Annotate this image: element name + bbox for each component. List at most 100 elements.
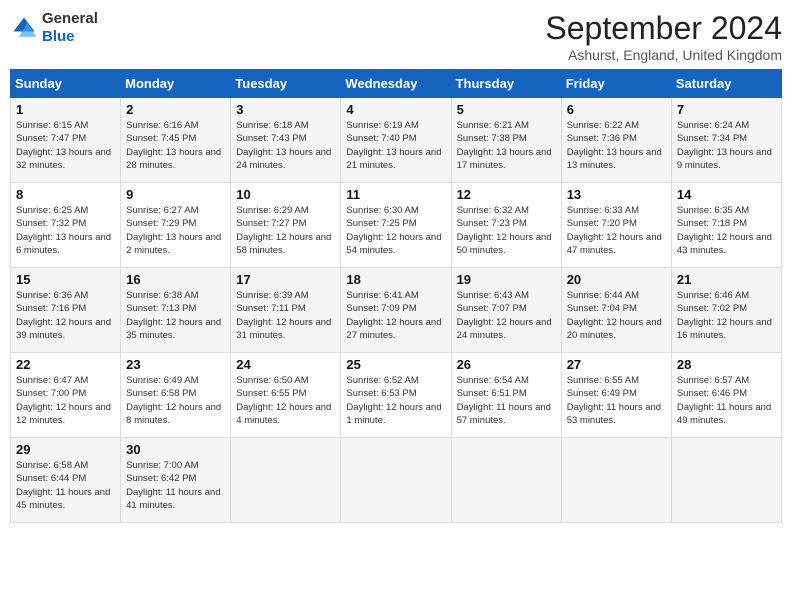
cell-details: Sunrise: 6:41 AMSunset: 7:09 PMDaylight:… (346, 290, 441, 341)
cell-details: Sunrise: 6:43 AMSunset: 7:07 PMDaylight:… (457, 290, 552, 341)
day-number: 15 (16, 272, 115, 287)
cell-details: Sunrise: 7:00 AMSunset: 6:42 PMDaylight:… (126, 460, 220, 511)
day-number: 27 (567, 357, 666, 372)
calendar-cell: 15 Sunrise: 6:36 AMSunset: 7:16 PMDaylig… (11, 268, 121, 353)
location: Ashurst, England, United Kingdom (545, 47, 782, 63)
day-number: 4 (346, 102, 445, 117)
calendar-cell (671, 438, 781, 523)
calendar-cell (341, 438, 451, 523)
calendar-cell (451, 438, 561, 523)
calendar-cell: 28 Sunrise: 6:57 AMSunset: 6:46 PMDaylig… (671, 353, 781, 438)
cell-details: Sunrise: 6:30 AMSunset: 7:25 PMDaylight:… (346, 205, 441, 256)
day-number: 1 (16, 102, 115, 117)
calendar-cell (231, 438, 341, 523)
cell-details: Sunrise: 6:24 AMSunset: 7:34 PMDaylight:… (677, 120, 772, 171)
day-number: 17 (236, 272, 335, 287)
cell-details: Sunrise: 6:18 AMSunset: 7:43 PMDaylight:… (236, 120, 331, 171)
day-number: 12 (457, 187, 556, 202)
month-title: September 2024 (545, 10, 782, 47)
day-number: 19 (457, 272, 556, 287)
cell-details: Sunrise: 6:16 AMSunset: 7:45 PMDaylight:… (126, 120, 221, 171)
cell-details: Sunrise: 6:19 AMSunset: 7:40 PMDaylight:… (346, 120, 441, 171)
cell-details: Sunrise: 6:47 AMSunset: 7:00 PMDaylight:… (16, 375, 111, 426)
cell-details: Sunrise: 6:21 AMSunset: 7:38 PMDaylight:… (457, 120, 552, 171)
col-friday: Friday (561, 70, 671, 98)
cell-details: Sunrise: 6:22 AMSunset: 7:36 PMDaylight:… (567, 120, 662, 171)
cell-details: Sunrise: 6:39 AMSunset: 7:11 PMDaylight:… (236, 290, 331, 341)
day-number: 18 (346, 272, 445, 287)
cell-details: Sunrise: 6:57 AMSunset: 6:46 PMDaylight:… (677, 375, 771, 426)
cell-details: Sunrise: 6:29 AMSunset: 7:27 PMDaylight:… (236, 205, 331, 256)
col-saturday: Saturday (671, 70, 781, 98)
week-row-4: 22 Sunrise: 6:47 AMSunset: 7:00 PMDaylig… (11, 353, 782, 438)
cell-details: Sunrise: 6:46 AMSunset: 7:02 PMDaylight:… (677, 290, 772, 341)
logo-text: General Blue (42, 10, 98, 46)
day-number: 11 (346, 187, 445, 202)
cell-details: Sunrise: 6:49 AMSunset: 6:58 PMDaylight:… (126, 375, 221, 426)
calendar-cell: 29 Sunrise: 6:58 AMSunset: 6:44 PMDaylig… (11, 438, 121, 523)
calendar-cell: 6 Sunrise: 6:22 AMSunset: 7:36 PMDayligh… (561, 98, 671, 183)
calendar-cell: 7 Sunrise: 6:24 AMSunset: 7:34 PMDayligh… (671, 98, 781, 183)
day-number: 8 (16, 187, 115, 202)
calendar-cell: 5 Sunrise: 6:21 AMSunset: 7:38 PMDayligh… (451, 98, 561, 183)
calendar-cell: 18 Sunrise: 6:41 AMSunset: 7:09 PMDaylig… (341, 268, 451, 353)
day-number: 16 (126, 272, 225, 287)
col-thursday: Thursday (451, 70, 561, 98)
title-block: September 2024 Ashurst, England, United … (545, 10, 782, 63)
cell-details: Sunrise: 6:35 AMSunset: 7:18 PMDaylight:… (677, 205, 772, 256)
page-header: General Blue September 2024 Ashurst, Eng… (10, 10, 782, 63)
calendar-cell: 27 Sunrise: 6:55 AMSunset: 6:49 PMDaylig… (561, 353, 671, 438)
calendar-cell: 24 Sunrise: 6:50 AMSunset: 6:55 PMDaylig… (231, 353, 341, 438)
day-number: 22 (16, 357, 115, 372)
week-row-5: 29 Sunrise: 6:58 AMSunset: 6:44 PMDaylig… (11, 438, 782, 523)
cell-details: Sunrise: 6:36 AMSunset: 7:16 PMDaylight:… (16, 290, 111, 341)
calendar-cell: 22 Sunrise: 6:47 AMSunset: 7:00 PMDaylig… (11, 353, 121, 438)
col-monday: Monday (121, 70, 231, 98)
day-number: 3 (236, 102, 335, 117)
logo-blue: Blue (42, 28, 98, 46)
calendar-cell: 23 Sunrise: 6:49 AMSunset: 6:58 PMDaylig… (121, 353, 231, 438)
calendar-cell: 26 Sunrise: 6:54 AMSunset: 6:51 PMDaylig… (451, 353, 561, 438)
cell-details: Sunrise: 6:50 AMSunset: 6:55 PMDaylight:… (236, 375, 331, 426)
calendar-cell: 3 Sunrise: 6:18 AMSunset: 7:43 PMDayligh… (231, 98, 341, 183)
calendar-table: Sunday Monday Tuesday Wednesday Thursday… (10, 69, 782, 523)
cell-details: Sunrise: 6:44 AMSunset: 7:04 PMDaylight:… (567, 290, 662, 341)
day-number: 6 (567, 102, 666, 117)
calendar-cell: 13 Sunrise: 6:33 AMSunset: 7:20 PMDaylig… (561, 183, 671, 268)
calendar-cell: 16 Sunrise: 6:38 AMSunset: 7:13 PMDaylig… (121, 268, 231, 353)
cell-details: Sunrise: 6:54 AMSunset: 6:51 PMDaylight:… (457, 375, 551, 426)
col-tuesday: Tuesday (231, 70, 341, 98)
day-number: 30 (126, 442, 225, 457)
calendar-cell: 19 Sunrise: 6:43 AMSunset: 7:07 PMDaylig… (451, 268, 561, 353)
calendar-cell: 10 Sunrise: 6:29 AMSunset: 7:27 PMDaylig… (231, 183, 341, 268)
day-number: 20 (567, 272, 666, 287)
cell-details: Sunrise: 6:52 AMSunset: 6:53 PMDaylight:… (346, 375, 441, 426)
day-number: 7 (677, 102, 776, 117)
cell-details: Sunrise: 6:38 AMSunset: 7:13 PMDaylight:… (126, 290, 221, 341)
day-number: 24 (236, 357, 335, 372)
day-number: 13 (567, 187, 666, 202)
logo: General Blue (10, 10, 98, 46)
calendar-cell: 9 Sunrise: 6:27 AMSunset: 7:29 PMDayligh… (121, 183, 231, 268)
logo-icon (10, 14, 38, 42)
day-number: 26 (457, 357, 556, 372)
calendar-cell: 12 Sunrise: 6:32 AMSunset: 7:23 PMDaylig… (451, 183, 561, 268)
day-number: 9 (126, 187, 225, 202)
calendar-cell: 17 Sunrise: 6:39 AMSunset: 7:11 PMDaylig… (231, 268, 341, 353)
calendar-cell: 11 Sunrise: 6:30 AMSunset: 7:25 PMDaylig… (341, 183, 451, 268)
calendar-cell: 4 Sunrise: 6:19 AMSunset: 7:40 PMDayligh… (341, 98, 451, 183)
day-number: 2 (126, 102, 225, 117)
week-row-1: 1 Sunrise: 6:15 AMSunset: 7:47 PMDayligh… (11, 98, 782, 183)
day-number: 14 (677, 187, 776, 202)
logo-general: General (42, 10, 98, 28)
day-number: 23 (126, 357, 225, 372)
header-row: Sunday Monday Tuesday Wednesday Thursday… (11, 70, 782, 98)
cell-details: Sunrise: 6:58 AMSunset: 6:44 PMDaylight:… (16, 460, 110, 511)
day-number: 21 (677, 272, 776, 287)
calendar-cell: 30 Sunrise: 7:00 AMSunset: 6:42 PMDaylig… (121, 438, 231, 523)
week-row-3: 15 Sunrise: 6:36 AMSunset: 7:16 PMDaylig… (11, 268, 782, 353)
calendar-cell: 21 Sunrise: 6:46 AMSunset: 7:02 PMDaylig… (671, 268, 781, 353)
day-number: 25 (346, 357, 445, 372)
day-number: 29 (16, 442, 115, 457)
cell-details: Sunrise: 6:15 AMSunset: 7:47 PMDaylight:… (16, 120, 111, 171)
